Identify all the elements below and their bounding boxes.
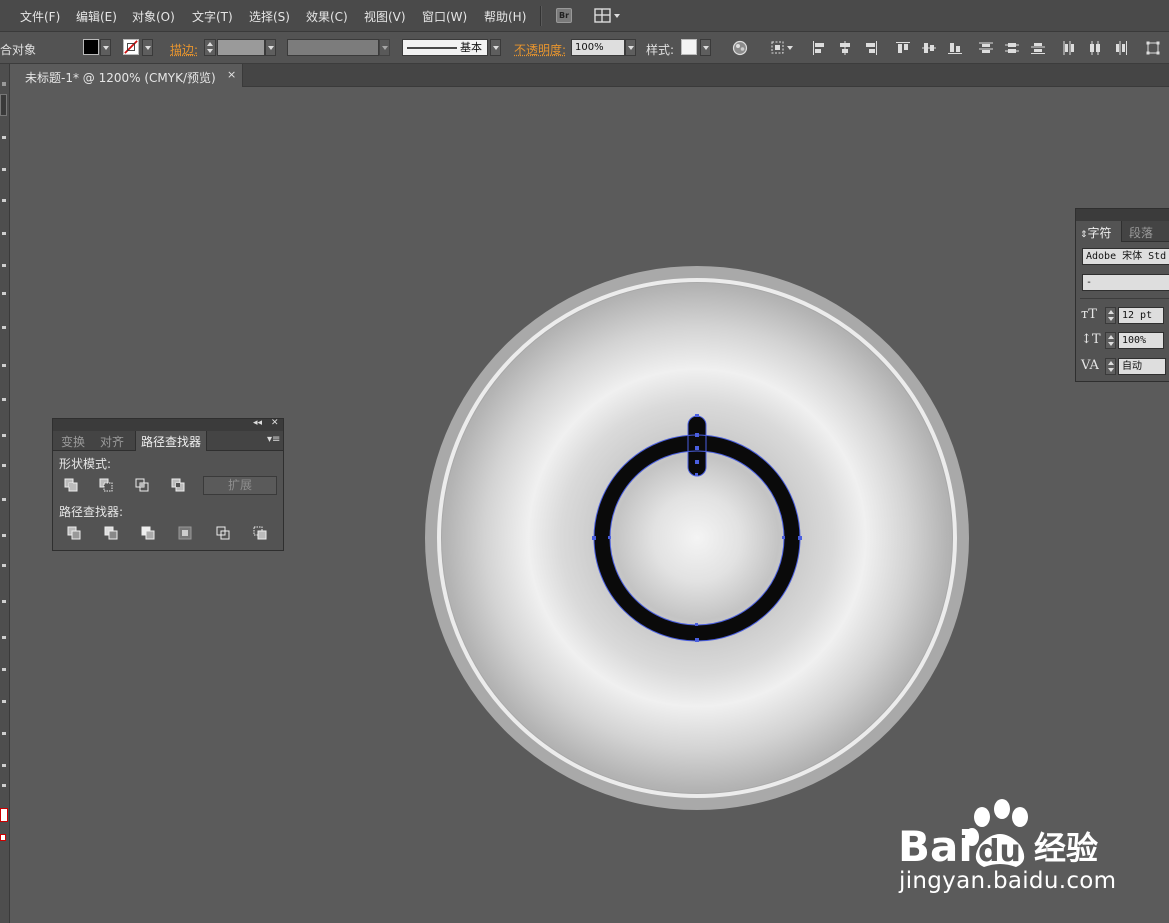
- leading-stepper[interactable]: [1105, 332, 1116, 349]
- font-size-stepper[interactable]: [1105, 307, 1116, 324]
- pathfinders-label: 路径查找器:: [59, 505, 124, 519]
- leading-icon: ↕T: [1081, 332, 1101, 347]
- close-panel-icon[interactable]: ✕: [271, 418, 279, 428]
- minus-front-icon[interactable]: [99, 478, 113, 492]
- panel-menu-icon[interactable]: ▾≡: [267, 434, 280, 445]
- tab-transform[interactable]: 变换: [61, 433, 85, 450]
- font-style-field[interactable]: -: [1082, 274, 1169, 291]
- shape-modes-label: 形状模式:: [59, 457, 112, 471]
- minus-back-icon[interactable]: [253, 526, 267, 540]
- tab-align[interactable]: 对齐: [100, 433, 124, 450]
- tab-arrows-icon: ⇕: [1080, 230, 1088, 240]
- font-size-icon: ᴛT: [1081, 307, 1097, 322]
- svg-text:经验: 经验: [1034, 829, 1098, 867]
- pathfinder-panel: ◂◂ ✕ 变换 对齐 路径查找器 ▾≡ 形状模式: 扩展 路径查找器:: [52, 418, 284, 551]
- tab-character[interactable]: ⇕字符: [1080, 224, 1112, 241]
- divide-icon[interactable]: [67, 526, 81, 540]
- tracking-stepper[interactable]: [1105, 358, 1116, 375]
- tab-paragraph[interactable]: 段落: [1129, 224, 1153, 241]
- collapse-panel-icon[interactable]: ◂◂: [253, 418, 262, 428]
- expand-button[interactable]: 扩展: [203, 476, 277, 495]
- watermark-url: jingyan.baidu.com: [899, 868, 1117, 894]
- tab-pathfinder[interactable]: 路径查找器: [141, 433, 201, 450]
- panel-header[interactable]: ◂◂ ✕: [53, 418, 283, 431]
- tracking-icon: VA: [1081, 358, 1099, 373]
- merge-icon[interactable]: [141, 526, 155, 540]
- unite-icon[interactable]: [64, 478, 78, 492]
- exclude-icon[interactable]: [171, 478, 185, 492]
- crop-icon[interactable]: [178, 526, 192, 540]
- outline-icon[interactable]: [216, 526, 230, 540]
- svg-text:du: du: [978, 834, 1021, 869]
- font-size-field[interactable]: 12 pt: [1118, 307, 1164, 324]
- character-panel: ⇕字符 段落 Adobe 宋体 Std - ᴛT 12 pt ↕T 100% V…: [1075, 208, 1169, 382]
- leading-field[interactable]: 100%: [1118, 332, 1164, 349]
- font-family-field[interactable]: Adobe 宋体 Std: [1082, 248, 1169, 265]
- gradient-disc: [442, 283, 952, 793]
- intersect-icon[interactable]: [135, 478, 149, 492]
- svg-text:Bai: Bai: [898, 822, 973, 871]
- tab-character-label: 字符: [1087, 226, 1112, 240]
- panel-divider: [1080, 298, 1169, 299]
- trim-icon[interactable]: [104, 526, 118, 540]
- panel-header[interactable]: [1076, 209, 1169, 221]
- tracking-field[interactable]: 自动: [1118, 358, 1166, 375]
- donut-button[interactable]: [425, 266, 969, 810]
